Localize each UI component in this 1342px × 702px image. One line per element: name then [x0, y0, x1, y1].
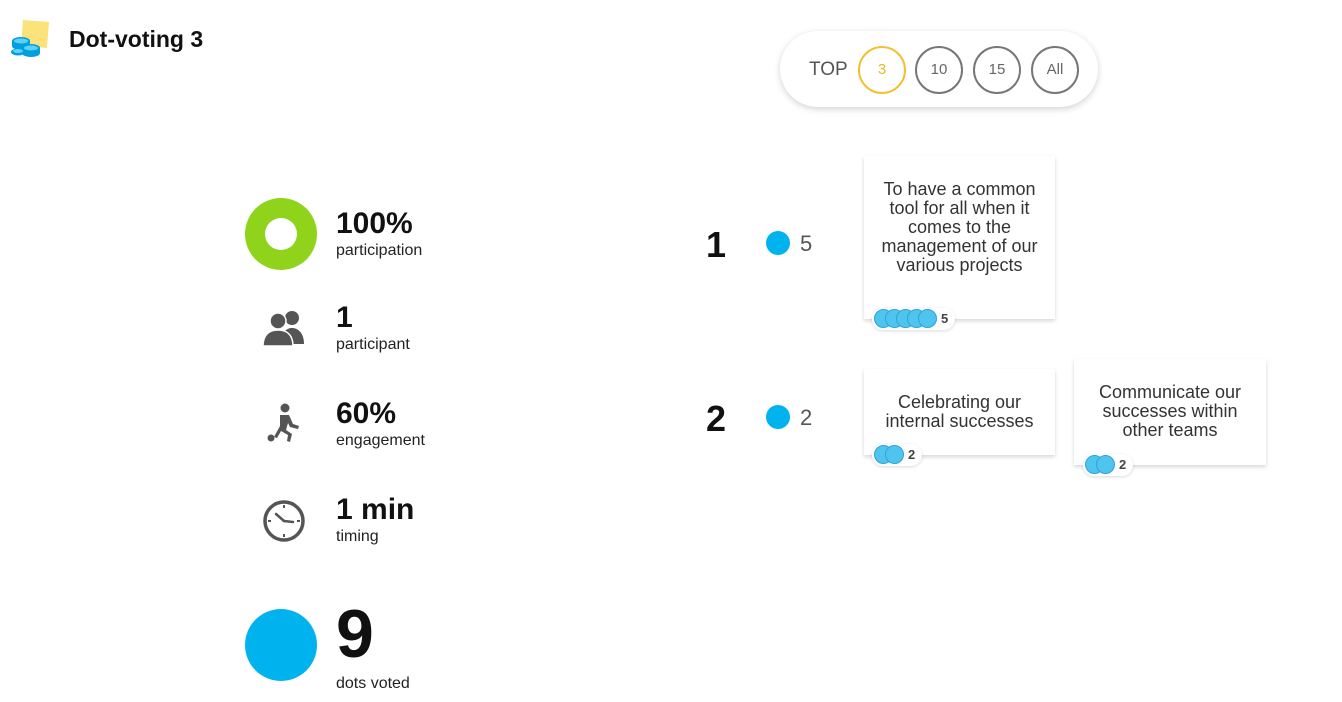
idea-card[interactable]: Celebrating our internal successes	[864, 369, 1055, 455]
engagement-value: 60%	[336, 397, 397, 430]
rank-number: 1	[706, 224, 727, 265]
top-filter-label: TOP	[809, 59, 848, 80]
sticky-note-coins-icon	[10, 18, 52, 58]
idea-card-text: Communicate our successes within other t…	[1098, 382, 1242, 440]
timing-label: timing	[336, 528, 379, 545]
vote-count-label: 5	[941, 311, 949, 326]
vote-dot-icon	[766, 405, 790, 429]
idea-card-text: Celebrating our internal successes	[885, 392, 1034, 431]
vote-dot-icon	[885, 445, 904, 464]
vote-count-label: 2	[1119, 457, 1127, 472]
clock-icon	[262, 499, 306, 548]
page-title: Dot-voting 3	[69, 26, 204, 52]
running-player-icon	[263, 402, 303, 451]
idea-card[interactable]: Communicate our successes within other t…	[1074, 359, 1266, 465]
top-all-button[interactable]: All	[1031, 46, 1079, 94]
rank-vote-count: 5	[800, 231, 813, 256]
participants-value: 1	[336, 301, 353, 334]
idea-card[interactable]: To have a common tool for all when it co…	[864, 156, 1055, 319]
idea-card-text: To have a common tool for all when it co…	[881, 179, 1038, 275]
participation-label: participation	[336, 242, 423, 259]
engagement-label: engagement	[336, 432, 425, 449]
top-3-button[interactable]: 3	[858, 46, 906, 94]
top-10-button[interactable]: 10	[915, 46, 963, 94]
dots-voted-value: 9	[336, 596, 374, 672]
participants-label: participant	[336, 336, 410, 353]
users-icon	[261, 306, 307, 353]
dot-icon	[245, 609, 317, 681]
timing-value: 1 min	[336, 493, 415, 526]
donut-chart-icon	[245, 198, 317, 270]
vote-dot-icon	[766, 231, 790, 255]
participation-value: 100%	[336, 207, 413, 240]
top-filter: TOP 3 10 15 All	[780, 31, 1098, 107]
rank-vote-count: 2	[800, 405, 813, 430]
dots-voted-label: dots voted	[336, 675, 410, 692]
vote-count-pill: 5	[872, 308, 955, 330]
dot-voting-results-page: Dot-voting 3 TOP 3 10 15 All 100% partic…	[0, 0, 1342, 702]
vote-dot-icon	[918, 309, 937, 328]
vote-count-label: 2	[908, 447, 916, 462]
vote-dot-icon	[1096, 455, 1115, 474]
rank-number: 2	[706, 398, 727, 439]
vote-count-pill: 2	[1083, 454, 1133, 476]
vote-count-pill: 2	[872, 444, 922, 466]
top-15-button[interactable]: 15	[973, 46, 1021, 94]
